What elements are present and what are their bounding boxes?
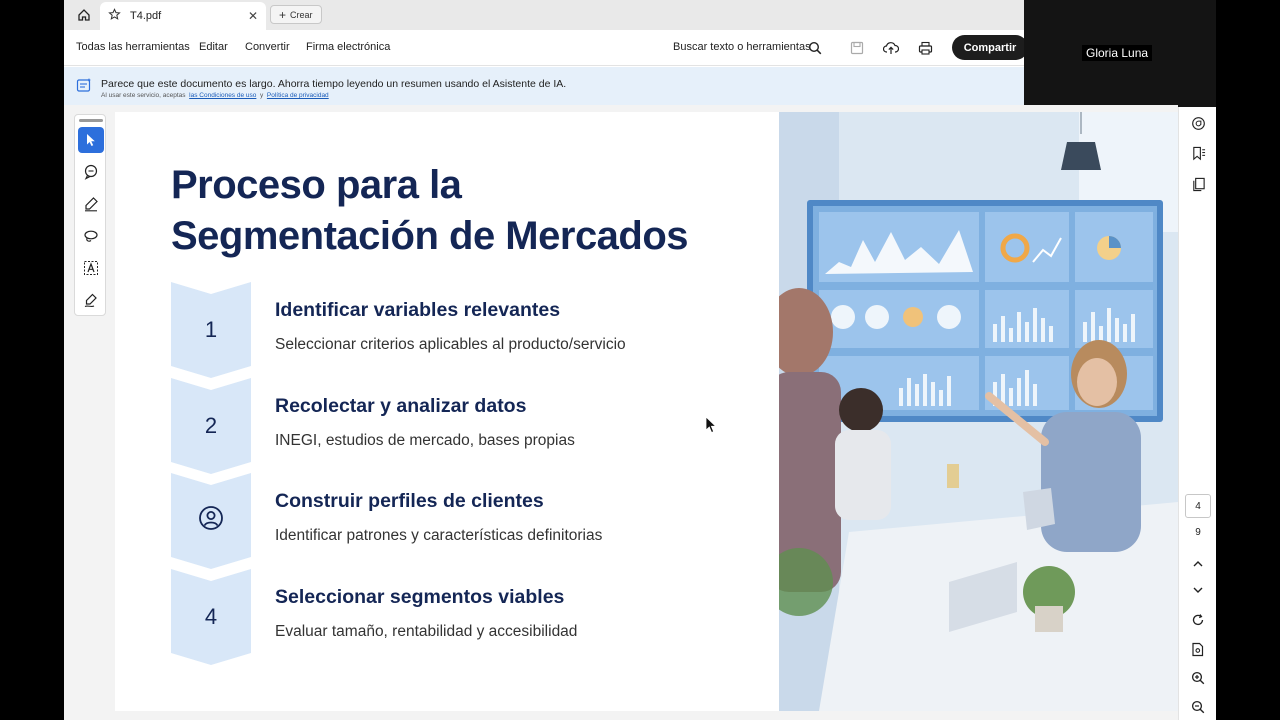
quick-tools-panel	[74, 114, 106, 316]
step-2-marker: 2	[171, 378, 251, 474]
create-label: Crear	[290, 9, 313, 20]
ai-summary-banner: Parece que este documento es largo. Ahor…	[64, 67, 1024, 105]
save-icon[interactable]	[848, 39, 866, 57]
search-icon[interactable]	[806, 39, 824, 57]
sign-tool-icon[interactable]	[78, 287, 104, 313]
participant-name: Gloria Luna	[1082, 45, 1153, 61]
banner-message: Parece que este documento es largo. Ahor…	[101, 78, 567, 90]
plus-icon: +	[279, 7, 287, 22]
slide-title-line-2: Segmentación de Mercados	[171, 214, 689, 258]
bookmark-icon[interactable]	[1188, 143, 1208, 163]
step-1-title: Identificar variables relevantes	[275, 299, 561, 321]
text-box-tool-icon[interactable]	[78, 255, 104, 281]
comment-tool-icon[interactable]	[78, 159, 104, 185]
step-3-title: Construir perfiles de clientes	[275, 490, 544, 512]
meeting-room-photo	[779, 112, 1178, 711]
menu-e-signature[interactable]: Firma electrónica	[306, 41, 390, 53]
slide-title-line-1: Proceso para la	[171, 163, 462, 207]
chevron-down-icon[interactable]	[1188, 580, 1208, 600]
ai-assistant-rail-icon[interactable]	[1188, 113, 1208, 133]
tab-bar: T4.pdf ✕ + Crear	[64, 0, 1024, 30]
rotate-icon[interactable]	[1188, 610, 1208, 630]
pages-icon[interactable]	[1188, 174, 1208, 194]
step-1-desc: Seleccionar criterios aplicables al prod…	[275, 336, 626, 353]
step-3-marker	[171, 473, 251, 569]
tab-document[interactable]: T4.pdf ✕	[100, 2, 266, 30]
select-tool-icon[interactable]	[78, 127, 104, 153]
page-settings-icon[interactable]	[1188, 639, 1208, 659]
step-2-title: Recolectar y analizar datos	[275, 395, 527, 417]
step-3-desc: Identificar patrones y características d…	[275, 527, 603, 544]
menu-bar: Todas las herramientas Editar Convertir …	[64, 30, 1028, 66]
step-2-desc: INEGI, estudios de mercado, bases propia…	[275, 432, 575, 449]
cloud-upload-icon[interactable]	[882, 39, 900, 57]
terms-link[interactable]: las Condiciones de uso	[189, 92, 256, 99]
drag-handle[interactable]	[79, 119, 103, 122]
step-4-desc: Evaluar tamaño, rentabilidad y accesibil…	[275, 623, 578, 640]
menu-edit[interactable]: Editar	[199, 41, 228, 53]
print-icon[interactable]	[916, 39, 934, 57]
step-1-marker: 1	[171, 282, 251, 378]
total-pages: 9	[1195, 527, 1201, 538]
highlight-tool-icon[interactable]	[78, 191, 104, 217]
menu-all-tools[interactable]: Todas las herramientas	[76, 41, 190, 53]
draw-tool-icon[interactable]	[78, 223, 104, 249]
star-icon[interactable]	[108, 8, 124, 24]
pdf-page: Proceso para la Segmentación de Mercados…	[115, 112, 1178, 711]
step-4-title: Seleccionar segmentos viables	[275, 586, 565, 608]
tab-title: T4.pdf	[130, 10, 162, 22]
current-page-field[interactable]: 4	[1185, 494, 1211, 518]
banner-legal: Al usar este servicio, aceptas las Condi…	[101, 92, 329, 99]
menu-convert[interactable]: Convertir	[245, 41, 290, 53]
slide-title: Proceso para la Segmentación de Mercados	[171, 160, 689, 262]
right-rail: 4 9	[1178, 107, 1216, 720]
create-button[interactable]: + Crear	[270, 5, 322, 24]
ai-assistant-icon	[76, 77, 92, 98]
search-tools-label[interactable]: Buscar texto o herramientas	[673, 41, 811, 53]
step-4-marker: 4	[171, 569, 251, 665]
user-circle-icon	[198, 505, 224, 537]
pdf-viewer-app: T4.pdf ✕ + Crear Todas las herramientas …	[64, 0, 1216, 720]
chevron-up-icon[interactable]	[1188, 554, 1208, 574]
banner-legal-prefix: Al usar este servicio, aceptas	[101, 92, 186, 99]
share-button[interactable]: Compartir	[952, 35, 1028, 60]
close-icon[interactable]: ✕	[248, 9, 258, 23]
zoom-out-icon[interactable]	[1188, 697, 1208, 717]
privacy-link[interactable]: Política de privacidad	[267, 92, 329, 99]
zoom-in-icon[interactable]	[1188, 668, 1208, 688]
home-icon[interactable]	[72, 4, 96, 26]
video-participant-tile: Gloria Luna	[1024, 0, 1216, 107]
mouse-cursor-icon	[705, 416, 717, 439]
banner-legal-and: y	[260, 92, 264, 99]
